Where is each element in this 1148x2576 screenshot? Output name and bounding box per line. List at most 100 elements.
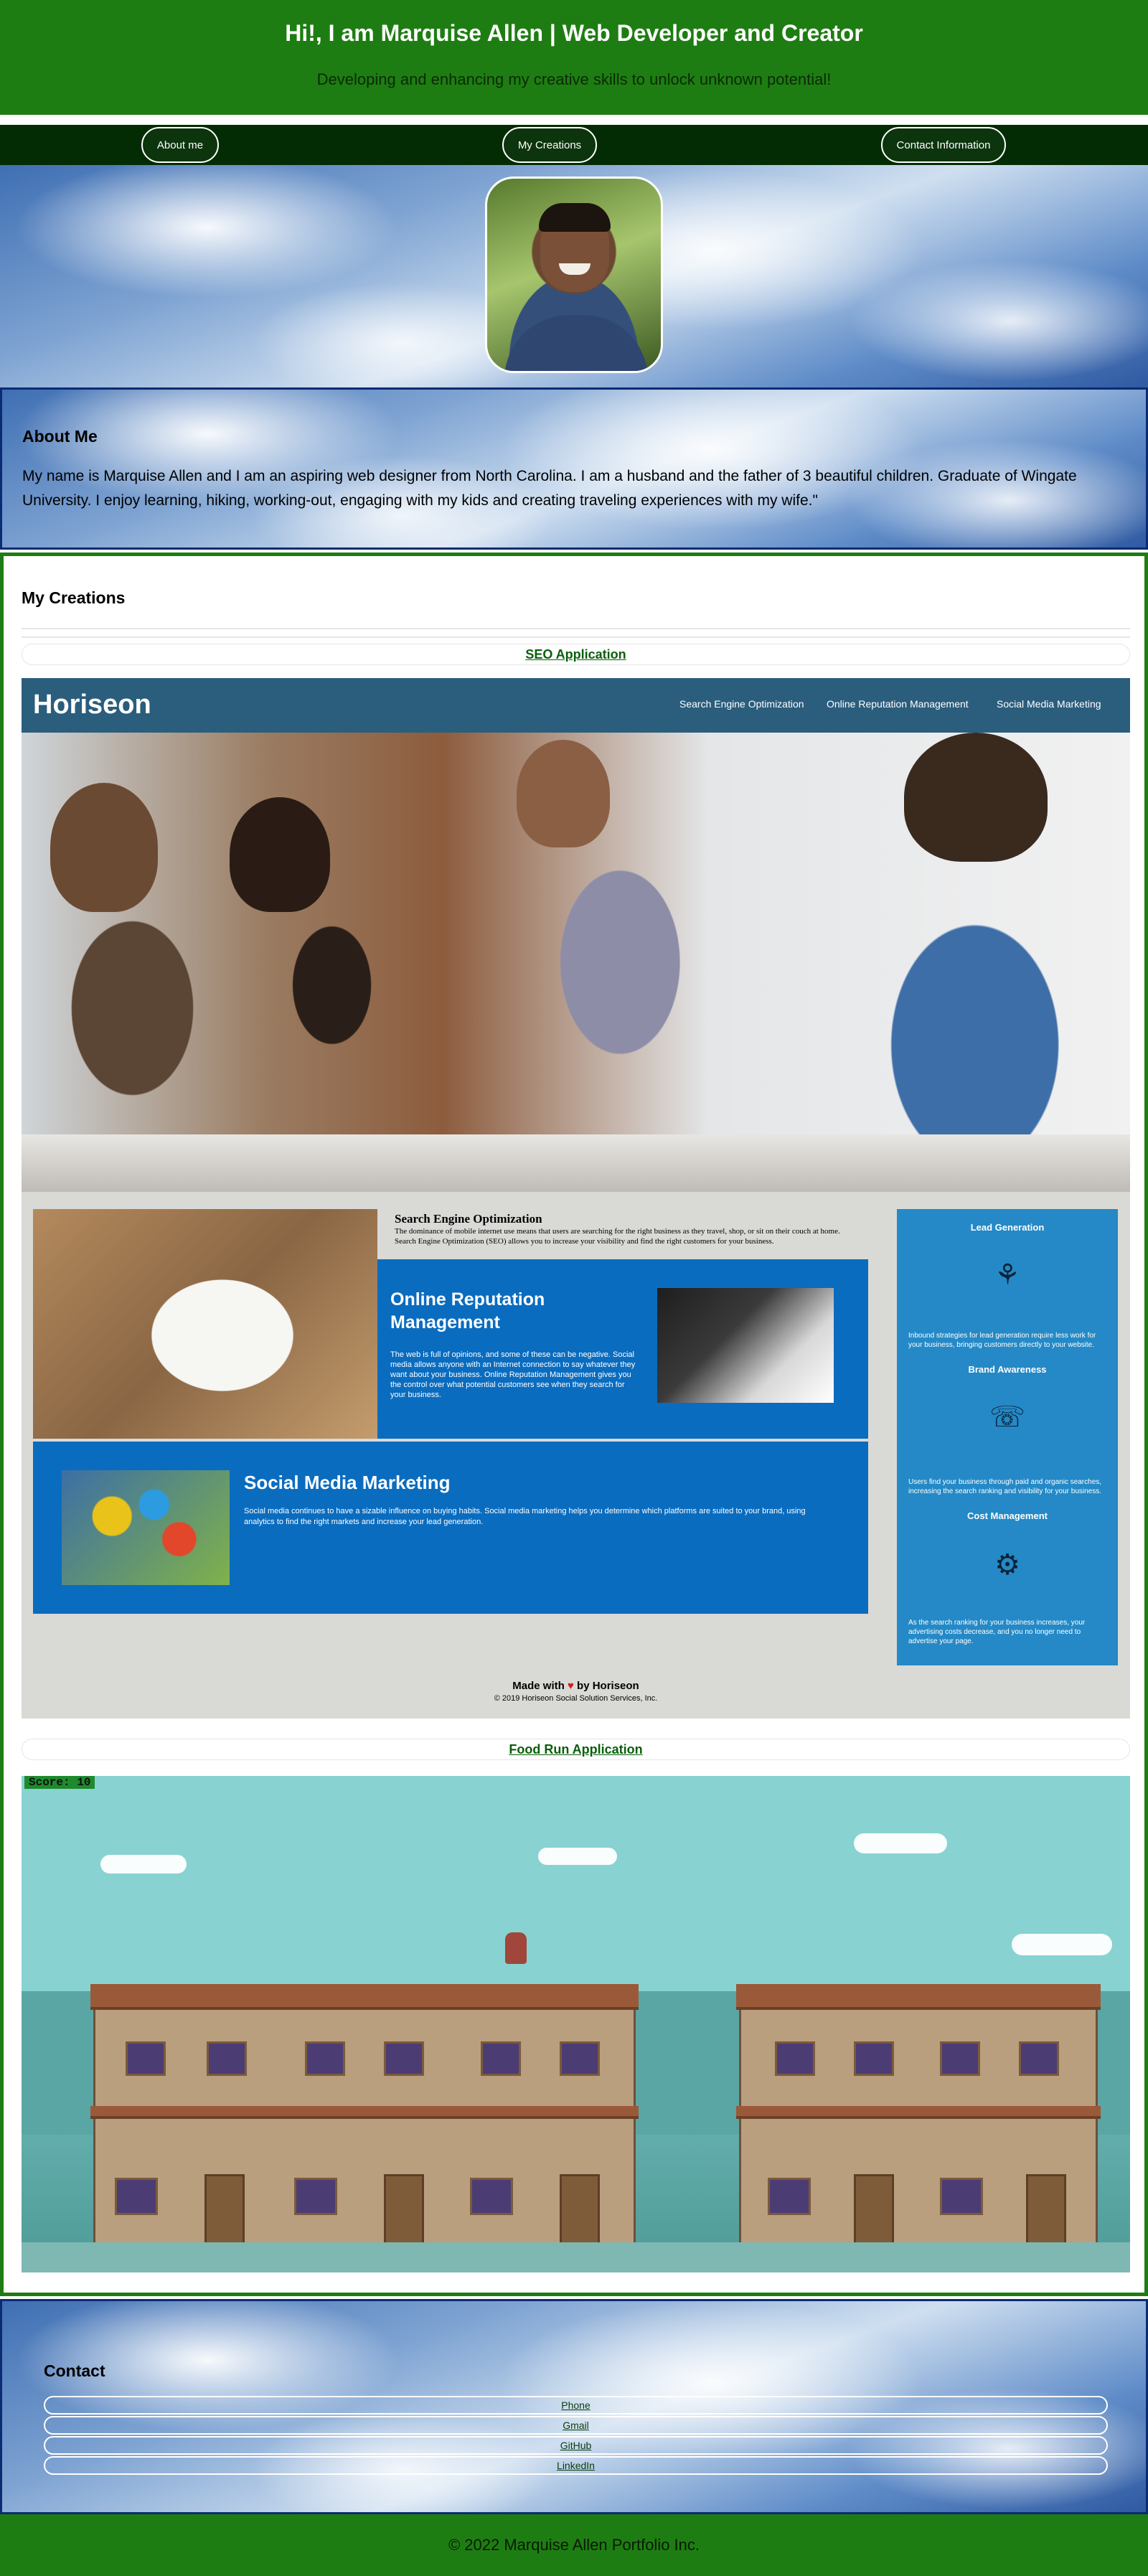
nav-about-me-button[interactable]: About me [141, 127, 219, 163]
hero-section [0, 165, 1148, 387]
contact-item-github: GitHub [44, 2436, 1108, 2455]
seo-text: The dominance of mobile internet use mea… [395, 1227, 840, 1246]
brand-awareness-text: Users find your business through paid an… [908, 1478, 1102, 1495]
ground [22, 2242, 1130, 2272]
window [207, 2041, 247, 2076]
horiseon-footer-copyright: © 2019 Horiseon Social Solution Services… [494, 1694, 658, 1703]
window [126, 2041, 166, 2076]
window [305, 2041, 345, 2076]
made-with-suffix: by Horiseon [577, 1680, 639, 1692]
hero-person [517, 740, 610, 847]
lead-generation-text: Inbound strategies for lead generation r… [908, 1332, 1096, 1349]
page-tagline: Developing and enhancing my creative ski… [316, 70, 832, 88]
horiseon-footer-made-with: Made with ♥ by Horiseon [22, 1680, 1130, 1692]
window [1019, 2041, 1059, 2076]
foodrun-app-link-bar: Food Run Application [22, 1739, 1130, 1760]
food-run-game-preview[interactable]: Score: 10 [22, 1776, 1130, 2272]
building [93, 1991, 636, 2250]
page-title: Hi!, I am Marquise Allen | Web Developer… [285, 20, 863, 46]
orm-title: Online Reputation Management [390, 1289, 545, 1332]
window [115, 2178, 158, 2215]
contact-item-linkedin: LinkedIn [44, 2456, 1108, 2475]
window [768, 2178, 811, 2215]
creations-heading: My Creations [22, 588, 126, 607]
door [384, 2174, 424, 2250]
site-footer: © 2022 Marquise Allen Portfolio Inc. [0, 2514, 1148, 2576]
hero-table [22, 1134, 1130, 1192]
smm-card: Social Media Marketing Social media cont… [33, 1442, 868, 1614]
horiseon-nav-seo: Search Engine Optimization [679, 698, 804, 710]
orm-image [657, 1288, 834, 1403]
cloud [854, 1833, 947, 1853]
cloud [1012, 1934, 1112, 1955]
phone-link[interactable]: Phone [561, 2399, 590, 2411]
hero-person [50, 783, 158, 912]
horiseon-hero-image [22, 733, 1130, 1192]
seo-image [33, 1209, 377, 1439]
hero-person [904, 733, 1048, 862]
window [481, 2041, 521, 2076]
horiseon-logo: Horiseon [33, 690, 151, 720]
window [775, 2041, 815, 2076]
game-score: Score: 10 [24, 1776, 95, 1789]
contact-heading: Contact [44, 2361, 105, 2380]
brand-awareness-title: Brand Awareness [968, 1364, 1047, 1375]
window [940, 2178, 983, 2215]
window [940, 2041, 980, 2076]
horiseon-nav-orm: Online Reputation Management [827, 698, 969, 710]
benefits-sidebar: Lead Generation ⚘ Inbound strategies for… [897, 1209, 1118, 1665]
hero-person [230, 797, 330, 912]
game-player-character [505, 1932, 527, 1964]
seo-application-link[interactable]: SEO Application [525, 647, 626, 662]
cost-management-title: Cost Management [967, 1510, 1048, 1521]
seo-application-preview[interactable]: Horiseon Search Engine Optimization Onli… [22, 678, 1130, 1719]
divider [22, 636, 1130, 638]
smm-title: Social Media Marketing [244, 1472, 451, 1493]
linkedin-link[interactable]: LinkedIn [557, 2460, 595, 2471]
cloud [538, 1848, 617, 1865]
footer-copyright: © 2022 Marquise Allen Portfolio Inc. [448, 2536, 700, 2554]
contact-item-phone: Phone [44, 2396, 1108, 2415]
contact-item-gmail: Gmail [44, 2416, 1108, 2435]
lead-generation-icon: ⚘ [994, 1259, 1020, 1291]
nav-my-creations-button[interactable]: My Creations [502, 127, 597, 163]
ledge [90, 2106, 639, 2119]
main-nav: About me My Creations Contact Informatio… [0, 125, 1148, 165]
smm-image [62, 1470, 230, 1585]
smm-text: Social media continues to have a sizable… [244, 1507, 806, 1526]
contact-section: Contact Phone Gmail GitHub LinkedIn [0, 2299, 1148, 2514]
profile-photo-hair [539, 203, 611, 232]
gmail-link[interactable]: Gmail [563, 2420, 589, 2431]
creations-section: My Creations SEO Application Horiseon Se… [0, 553, 1148, 2296]
food-run-application-link[interactable]: Food Run Application [509, 1742, 642, 1757]
window [854, 2041, 894, 2076]
about-text: My name is Marquise Allen and I am an as… [22, 468, 1077, 509]
roof [90, 1984, 639, 2010]
github-link[interactable]: GitHub [560, 2440, 592, 2451]
about-section: About Me My name is Marquise Allen and I… [0, 387, 1148, 550]
brand-awareness-icon: ☏ [989, 1401, 1026, 1433]
orm-card: Online Reputation Management The web is … [377, 1259, 868, 1439]
door [1026, 2174, 1066, 2250]
profile-photo-shirt [504, 315, 648, 371]
door [204, 2174, 245, 2250]
lead-generation-title: Lead Generation [970, 1222, 1045, 1233]
horiseon-header: Horiseon Search Engine Optimization Onli… [22, 678, 1130, 733]
site-header: Hi!, I am Marquise Allen | Web Developer… [0, 0, 1148, 115]
window [384, 2041, 424, 2076]
window [560, 2041, 600, 2076]
window [470, 2178, 513, 2215]
made-with-prefix: Made with [512, 1680, 565, 1692]
profile-photo [485, 177, 663, 373]
heart-icon: ♥ [567, 1680, 574, 1692]
cost-management-icon: ⚙ [994, 1549, 1020, 1581]
cloud [100, 1855, 187, 1874]
roof [736, 1984, 1101, 2010]
horiseon-nav-smm: Social Media Marketing [997, 698, 1101, 710]
nav-contact-information-button[interactable]: Contact Information [881, 127, 1006, 163]
orm-text: The web is full of opinions, and some of… [390, 1350, 636, 1399]
seo-app-link-bar: SEO Application [22, 644, 1130, 665]
about-heading: About Me [22, 427, 98, 446]
door [560, 2174, 600, 2250]
window [294, 2178, 337, 2215]
